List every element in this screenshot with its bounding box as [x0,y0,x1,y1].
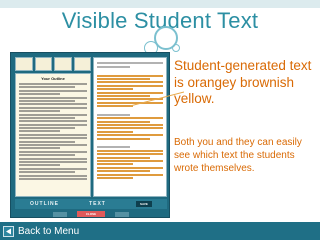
decorative-ring-small [172,44,180,52]
app-tab [15,57,33,71]
app-prompt-line [97,62,163,65]
app-text-line [19,130,60,133]
description-primary: Student-generated text is orangey browni… [174,58,312,106]
student-text-line [97,137,150,140]
app-text-line [19,103,87,106]
app-close-button: CLOSE [77,211,105,217]
student-text-line [97,84,163,87]
student-text-line [97,149,163,152]
triangle-left-icon [3,225,14,237]
app-text-line [19,157,87,160]
student-text-line [97,74,163,77]
app-prompt-line [97,113,130,116]
student-text-line [97,153,163,156]
app-prompt-line [97,65,130,68]
app-text-tab-label: TEXT [89,201,106,207]
student-text-line [97,124,163,127]
app-text-line [19,174,87,177]
app-bottom-control [53,211,67,217]
app-text-line [19,89,87,92]
app-outline-heading: Your Outline [41,76,65,81]
student-text-line [97,105,134,108]
app-text-line [19,167,87,170]
app-text-line [19,106,87,109]
app-text-line [19,154,75,157]
app-outline-panel: Your Outline [15,73,91,197]
app-tab [34,57,52,71]
app-bottom-control [115,211,129,217]
app-bottom-bar: CLOSE [15,210,167,218]
app-outline-tab-label: OUTLINE [30,201,59,207]
student-text-line [97,163,134,166]
app-text-line [19,177,87,180]
student-text-line [97,127,163,130]
app-text-line [19,116,75,119]
student-text-line [97,176,134,179]
app-text-line [19,86,75,89]
embedded-app-screenshot: Your Outline OUTLINE TEXT SAVE CLOSE [10,52,170,218]
app-text-line [19,120,87,123]
app-tab-row [15,57,91,71]
back-to-menu-label: Back to Menu [18,225,80,237]
student-text-line [97,134,163,137]
top-accent-strip [0,0,320,8]
student-text-line [97,130,134,133]
student-text-line [97,117,163,120]
app-text-line [19,96,87,99]
student-text-line [97,159,163,162]
app-tab [54,57,72,71]
app-text-line [19,147,60,150]
app-text-line [19,150,87,153]
app-text-line [19,93,60,96]
description-secondary: Both you and they can easily see which t… [174,137,302,174]
app-text-line [19,83,87,85]
app-prompt-line [97,146,130,149]
app-text-line [19,144,87,147]
student-text-line [97,77,150,80]
app-text-line [19,113,87,116]
app-tab [73,57,91,71]
student-text-line [97,81,163,84]
app-footer-bar: OUTLINE TEXT SAVE [15,199,167,209]
app-text-line [19,171,75,174]
app-text-line [19,123,87,126]
app-text-line [19,140,75,143]
app-student-text-panel [93,57,167,197]
app-text-line [19,133,87,136]
app-text-line [19,110,60,113]
student-text-line [97,173,163,176]
app-text-line [19,137,87,140]
app-text-line [19,99,75,102]
app-text-line [19,164,60,167]
student-text-line [97,170,150,173]
app-text-line [19,127,75,130]
student-text-line [97,166,163,169]
student-text-line [97,156,150,159]
app-save-button: SAVE [135,201,152,207]
app-text-line [19,160,87,163]
back-to-menu-button[interactable]: Back to Menu [3,225,79,237]
student-text-line [97,120,150,123]
student-text-line [97,88,134,91]
